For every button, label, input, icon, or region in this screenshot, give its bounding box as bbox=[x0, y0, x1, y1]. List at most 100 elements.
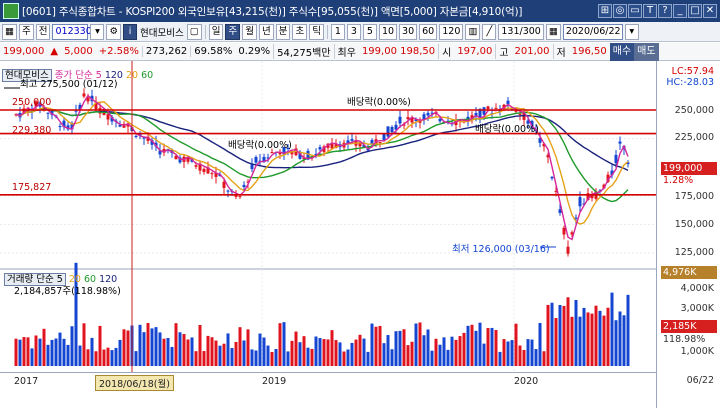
grid-icon[interactable]: ▦ bbox=[545, 23, 561, 40]
candle-body bbox=[386, 126, 390, 137]
minimize-icon[interactable]: _ bbox=[673, 4, 687, 18]
layout-icon[interactable]: ⊞ bbox=[598, 4, 612, 18]
candle-body bbox=[562, 227, 566, 235]
stock-code-input[interactable]: 012330 bbox=[52, 23, 92, 40]
volume-bar bbox=[442, 337, 446, 366]
help-icon[interactable]: ? bbox=[658, 4, 672, 18]
volume-bar bbox=[446, 349, 450, 366]
volume-bar bbox=[250, 349, 254, 366]
volume-bar bbox=[282, 322, 286, 366]
price-tick-175000: 175,000 bbox=[674, 191, 714, 202]
period-minute[interactable]: 분 bbox=[275, 23, 291, 40]
hc-label: HC:-28.03 bbox=[666, 77, 714, 88]
volume-tick-1000k: 1,000K bbox=[680, 346, 714, 357]
volume-bar bbox=[214, 340, 218, 366]
volume-bar bbox=[410, 341, 414, 366]
chart-type-icon[interactable]: ▥ bbox=[465, 23, 481, 40]
candle-body bbox=[390, 127, 394, 133]
text-icon[interactable]: T bbox=[643, 4, 657, 18]
page-count[interactable]: 131/300 bbox=[498, 23, 544, 40]
quote-bar: 199,000 ▲ 5,000 +2.58% 273,262 69.58% 0.… bbox=[0, 42, 720, 61]
buy-button[interactable]: 매수 bbox=[609, 42, 635, 61]
volume-bar bbox=[230, 348, 234, 366]
volume: 273,262 bbox=[141, 46, 190, 57]
price-volume-chart[interactable] bbox=[0, 61, 656, 372]
candle-body bbox=[378, 141, 382, 143]
period-second[interactable]: 초 bbox=[292, 23, 308, 40]
candle-body bbox=[202, 168, 206, 172]
target-icon[interactable]: ◎ bbox=[613, 4, 627, 18]
volume-bar bbox=[86, 349, 90, 366]
interval-10[interactable]: 10 bbox=[378, 23, 398, 40]
volume-bar bbox=[154, 327, 158, 366]
restore-icon[interactable]: ▭ bbox=[628, 4, 642, 18]
divider bbox=[326, 24, 328, 39]
compare-icon[interactable]: ▢ bbox=[186, 23, 202, 40]
volume-bar bbox=[574, 299, 578, 366]
interval-120[interactable]: 120 bbox=[439, 23, 464, 40]
period-year[interactable]: 년 bbox=[258, 23, 274, 40]
period-day[interactable]: 일 bbox=[208, 23, 224, 40]
chart-background bbox=[0, 61, 656, 372]
close-icon[interactable]: ✕ bbox=[703, 4, 717, 18]
volume-bar bbox=[390, 349, 394, 366]
volume-bar bbox=[514, 323, 518, 366]
interval-30[interactable]: 30 bbox=[399, 23, 418, 40]
volume-bar bbox=[142, 332, 146, 366]
date-input[interactable]: 2020/06/22 bbox=[562, 23, 623, 40]
volume-bar bbox=[598, 310, 602, 366]
trade-amount: 54,275백만 bbox=[273, 44, 333, 59]
turnover-pct: 0.29% bbox=[238, 46, 271, 57]
maximize-icon[interactable]: □ bbox=[688, 4, 702, 18]
candle-body bbox=[270, 152, 274, 154]
period-month[interactable]: 월 bbox=[242, 23, 257, 40]
date-tag-end: 06/22 bbox=[686, 375, 714, 386]
volume-bar bbox=[198, 324, 202, 366]
candle-body bbox=[618, 141, 622, 144]
period-tick[interactable]: 틱 bbox=[309, 23, 324, 40]
candle-body bbox=[494, 107, 498, 109]
search-icon[interactable]: ▾ bbox=[90, 23, 105, 40]
sell-button[interactable]: 매도 bbox=[634, 42, 659, 61]
stock-name: 현대모비스 bbox=[140, 27, 184, 39]
volume-bar bbox=[458, 336, 462, 366]
volume-bar bbox=[438, 344, 442, 366]
candle-body bbox=[238, 196, 242, 198]
type-select[interactable]: 주 bbox=[18, 23, 34, 40]
volume-bar bbox=[374, 326, 378, 366]
settings-icon[interactable]: ⚙ bbox=[106, 23, 122, 40]
calendar-icon[interactable]: ▾ bbox=[624, 23, 639, 40]
volume-bar bbox=[422, 335, 426, 366]
volume-bar bbox=[462, 332, 466, 366]
volume-bar bbox=[274, 349, 278, 366]
interval-60[interactable]: 60 bbox=[419, 23, 438, 40]
open-label: 시 bbox=[438, 44, 454, 59]
volume-bar bbox=[378, 325, 382, 366]
volume-bar bbox=[98, 325, 102, 366]
high-value: 201,00 bbox=[514, 46, 550, 57]
volume-bar bbox=[626, 294, 630, 366]
volume-bar bbox=[102, 349, 106, 366]
candle-body bbox=[566, 246, 570, 254]
interval-5[interactable]: 5 bbox=[362, 23, 377, 40]
volume-bar bbox=[334, 340, 338, 366]
volume-bar bbox=[110, 350, 114, 366]
period-week[interactable]: 주 bbox=[225, 23, 241, 40]
volume-bar bbox=[78, 345, 82, 366]
best-quote-label: 최우 bbox=[333, 44, 359, 59]
interval-1[interactable]: 1 bbox=[330, 23, 345, 40]
candle-body bbox=[578, 197, 582, 207]
chart-line-icon[interactable]: ╱ bbox=[482, 23, 497, 40]
info-icon[interactable]: i bbox=[123, 23, 138, 40]
candle-body bbox=[46, 112, 50, 114]
open-value: 197,00 bbox=[457, 46, 493, 57]
lock-icon[interactable]: ▦ bbox=[2, 23, 17, 40]
high-annotation: 최고 275,500 (01/12) bbox=[20, 79, 118, 90]
interval-3[interactable]: 3 bbox=[346, 23, 361, 40]
market-select[interactable]: 전 bbox=[35, 23, 51, 40]
volume-bar bbox=[510, 340, 514, 366]
chart-area[interactable]: 현대모비스 종가 단순 5 120 20 60 최고 275,500 (01/1… bbox=[0, 61, 720, 408]
volume-bar bbox=[542, 351, 546, 366]
volume-bar bbox=[354, 339, 358, 366]
volume-bar bbox=[466, 325, 470, 366]
